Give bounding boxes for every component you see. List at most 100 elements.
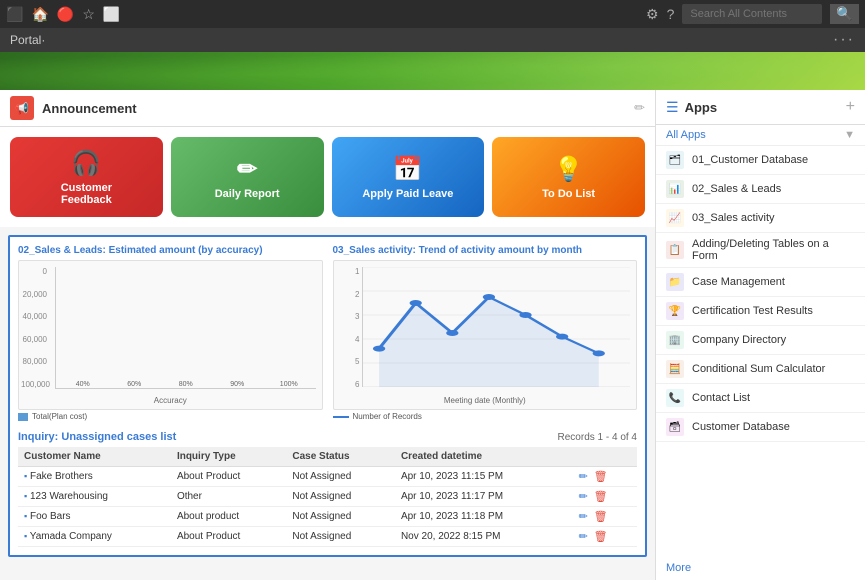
bar-group-90: 90% bbox=[215, 380, 261, 388]
app-name-02: 02_Sales & Leads bbox=[692, 183, 781, 195]
row-icon: ▪ bbox=[24, 491, 27, 501]
bar-label-60: 60% bbox=[127, 381, 141, 388]
delete-button[interactable]: 🗑 bbox=[594, 491, 608, 503]
app-item-10[interactable]: 🗃 Customer Database bbox=[656, 413, 865, 442]
tile-label-report: Daily Report bbox=[215, 188, 280, 200]
cell-type: About product bbox=[171, 507, 286, 527]
bar-chart-legend: Total(Plan cost) bbox=[18, 412, 323, 421]
app-name-01: 01_Customer Database bbox=[692, 154, 808, 166]
line-chart-area: 6 5 4 3 2 1 bbox=[333, 260, 638, 410]
cell-actions: ✏ 🗑 bbox=[570, 467, 637, 487]
table-row: ▪ Foo Bars About product Not Assigned Ap… bbox=[18, 507, 637, 527]
right-panel: ☰ Apps + All Apps ▼ 🗂 01_Customer Databa… bbox=[655, 90, 865, 580]
app-item-01[interactable]: 🗂 01_Customer Database bbox=[656, 146, 865, 175]
app-tiles: 🎧 CustomerFeedback ✏ Daily Report 📅 Appl… bbox=[0, 127, 655, 227]
delete-button[interactable]: 🗑 bbox=[594, 471, 608, 483]
cell-datetime: Apr 10, 2023 11:15 PM bbox=[395, 467, 570, 487]
tile-daily-report[interactable]: ✏ Daily Report bbox=[171, 137, 324, 217]
bar-chart-inner: 40% 60% 80% bbox=[55, 267, 316, 389]
apps-title: Apps bbox=[685, 100, 840, 115]
settings-icon[interactable]: ⚙ bbox=[646, 6, 659, 23]
search-input[interactable] bbox=[682, 4, 822, 24]
lc-y-4: 4 bbox=[336, 335, 360, 344]
y-label-4: 20,000 bbox=[21, 290, 47, 299]
apps-list-icon: ☰ bbox=[666, 99, 679, 116]
app-name-09: Contact List bbox=[692, 392, 750, 404]
app-item-05[interactable]: 📁 Case Management bbox=[656, 268, 865, 297]
tile-customer-feedback[interactable]: 🎧 CustomerFeedback bbox=[10, 137, 163, 217]
app-item-03[interactable]: 📈 03_Sales activity bbox=[656, 204, 865, 233]
cell-datetime: Apr 10, 2023 11:18 PM bbox=[395, 507, 570, 527]
bar-chart-area: 100,000 80,000 60,000 40,000 20,000 0 bbox=[18, 260, 323, 410]
lc-y-5: 5 bbox=[336, 357, 360, 366]
portal-title[interactable]: Portal· bbox=[10, 33, 45, 47]
notification-icon[interactable]: 🔴 bbox=[57, 6, 74, 23]
apps-add-button[interactable]: + bbox=[846, 98, 855, 116]
bar-chart-title: 02_Sales & Leads: Estimated amount (by a… bbox=[18, 245, 323, 256]
bar-chart-x-title: Accuracy bbox=[19, 396, 322, 405]
tile-icon-feedback: 🎧 bbox=[71, 149, 101, 178]
tile-todo-list[interactable]: 💡 To Do List bbox=[492, 137, 645, 217]
edit-button[interactable]: ✏ bbox=[579, 531, 588, 543]
announcement-edit-button[interactable]: ✏ bbox=[634, 100, 645, 116]
cell-datetime: Nov 20, 2022 8:15 PM bbox=[395, 527, 570, 547]
star-icon[interactable]: ☆ bbox=[82, 6, 95, 23]
announce-icon: 📢 bbox=[10, 96, 34, 120]
legend-label: Total(Plan cost) bbox=[32, 412, 87, 421]
app-name-06: Certification Test Results bbox=[692, 305, 813, 317]
line-chart: 6 5 4 3 2 1 bbox=[334, 261, 637, 409]
tile-icon-report: ✏ bbox=[237, 155, 257, 184]
tile-apply-paid-leave[interactable]: 📅 Apply Paid Leave bbox=[332, 137, 485, 217]
delete-button[interactable]: 🗑 bbox=[594, 531, 608, 543]
app-icon-08: 🧮 bbox=[666, 360, 684, 378]
app-item-02[interactable]: 📊 02_Sales & Leads bbox=[656, 175, 865, 204]
app-name-05: Case Management bbox=[692, 276, 785, 288]
edit-button[interactable]: ✏ bbox=[579, 491, 588, 503]
app-name-04: Adding/Deleting Tables on a Form bbox=[692, 238, 855, 262]
app-name-03: 03_Sales activity bbox=[692, 212, 775, 224]
app-icon-10: 🗃 bbox=[666, 418, 684, 436]
line-chart-x-title: Meeting date (Monthly) bbox=[334, 396, 637, 405]
house-icon[interactable]: 🏠 bbox=[31, 6, 48, 23]
apps-filter[interactable]: All Apps ▼ bbox=[656, 125, 865, 146]
cell-status: Not Assigned bbox=[286, 467, 395, 487]
bar-group-80: 80% bbox=[163, 380, 209, 388]
more-options-button[interactable]: ··· bbox=[833, 31, 855, 49]
app-item-04[interactable]: 📋 Adding/Deleting Tables on a Form bbox=[656, 233, 865, 268]
announcement-title: Announcement bbox=[42, 101, 634, 116]
col-created-datetime: Created datetime bbox=[395, 447, 570, 467]
app-item-06[interactable]: 🏆 Certification Test Results bbox=[656, 297, 865, 326]
app-item-08[interactable]: 🧮 Conditional Sum Calculator bbox=[656, 355, 865, 384]
cell-actions: ✏ 🗑 bbox=[570, 507, 637, 527]
cell-type: About Product bbox=[171, 467, 286, 487]
edit-button[interactable]: ✏ bbox=[579, 511, 588, 523]
app-item-09[interactable]: 📞 Contact List bbox=[656, 384, 865, 413]
line-chart-y-labels: 6 5 4 3 2 1 bbox=[336, 267, 360, 389]
app-icon-03: 📈 bbox=[666, 209, 684, 227]
tile-label-leave: Apply Paid Leave bbox=[362, 188, 453, 200]
cell-status: Not Assigned bbox=[286, 507, 395, 527]
line-chart-title: 03_Sales activity: Trend of activity amo… bbox=[333, 245, 638, 256]
window-icon[interactable]: ⬜ bbox=[103, 6, 120, 23]
y-label-1: 80,000 bbox=[21, 357, 47, 366]
home-icon[interactable]: ⬛ bbox=[6, 6, 23, 23]
apps-more-button[interactable]: More bbox=[656, 556, 865, 580]
app-item-07[interactable]: 🏢 Company Directory bbox=[656, 326, 865, 355]
inquiry-count: Records 1 - 4 of 4 bbox=[558, 432, 637, 443]
table-header-row: Customer Name Inquiry Type Case Status C… bbox=[18, 447, 637, 467]
app-icon-09: 📞 bbox=[666, 389, 684, 407]
cell-actions: ✏ 🗑 bbox=[570, 527, 637, 547]
table-row: ▪ 123 Warehousing Other Not Assigned Apr… bbox=[18, 487, 637, 507]
cell-type: About Product bbox=[171, 527, 286, 547]
app-icon-04: 📋 bbox=[666, 241, 684, 259]
help-icon[interactable]: ? bbox=[667, 6, 675, 22]
left-panel: 📢 Announcement ✏ 🎧 CustomerFeedback ✏ Da… bbox=[0, 90, 655, 580]
delete-button[interactable]: 🗑 bbox=[594, 511, 608, 523]
line-chart-box: 03_Sales activity: Trend of activity amo… bbox=[333, 245, 638, 421]
edit-button[interactable]: ✏ bbox=[579, 471, 588, 483]
lc-y-6: 6 bbox=[336, 380, 360, 389]
table-row: ▪ Yamada Company About Product Not Assig… bbox=[18, 527, 637, 547]
col-actions bbox=[570, 447, 637, 467]
search-button[interactable]: 🔍 bbox=[830, 4, 859, 24]
apps-filter-label: All Apps bbox=[666, 129, 706, 141]
